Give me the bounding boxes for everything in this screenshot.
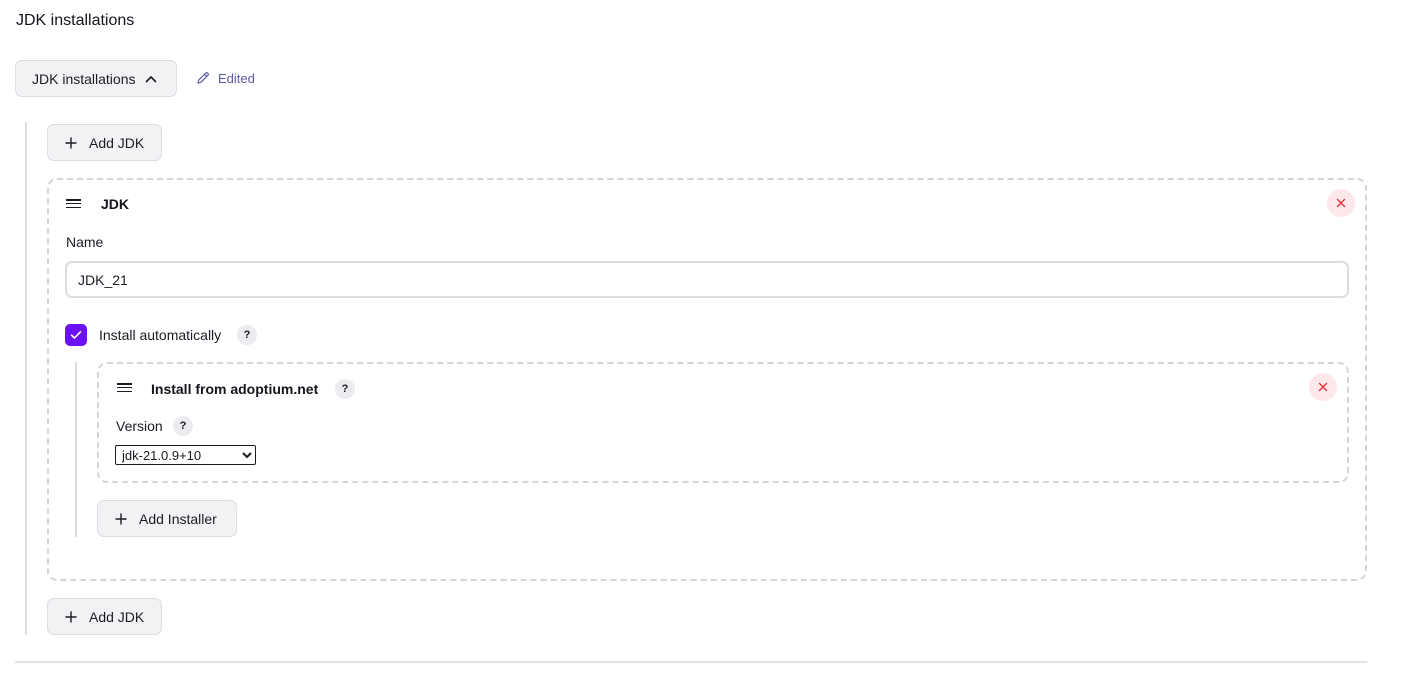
remove-installer-button[interactable] bbox=[1309, 373, 1337, 401]
add-installer-label: Add Installer bbox=[139, 510, 217, 527]
plus-icon bbox=[115, 512, 127, 525]
section-divider bbox=[15, 661, 1367, 663]
add-jdk-label: Add JDK bbox=[89, 134, 145, 151]
add-jdk-button-bottom[interactable]: Add JDK bbox=[47, 598, 162, 635]
install-automatically-checkbox[interactable] bbox=[65, 324, 87, 346]
add-installer-button[interactable]: Add Installer bbox=[97, 500, 237, 537]
install-automatically-label[interactable]: Install automatically bbox=[99, 326, 221, 344]
jdk-card-title: JDK bbox=[101, 196, 130, 212]
close-icon bbox=[1318, 382, 1328, 392]
jdk-list-rail bbox=[25, 122, 27, 635]
add-jdk-button-top[interactable]: Add JDK bbox=[47, 124, 162, 161]
installer-list-rail bbox=[75, 362, 77, 537]
remove-jdk-button[interactable] bbox=[1327, 189, 1355, 217]
checkmark-icon bbox=[70, 330, 82, 340]
drag-handle-icon[interactable] bbox=[66, 199, 81, 208]
edited-label: Edited bbox=[218, 70, 255, 86]
installer-title: Install from adoptium.net bbox=[151, 381, 319, 397]
plus-icon bbox=[65, 610, 77, 623]
help-install-automatically[interactable]: ? bbox=[237, 325, 257, 345]
drag-handle-icon[interactable] bbox=[117, 383, 132, 392]
edited-indicator: Edited bbox=[196, 68, 255, 88]
help-installer[interactable]: ? bbox=[335, 379, 355, 399]
help-version[interactable]: ? bbox=[173, 416, 193, 436]
toggle-button-label: JDK installations bbox=[32, 70, 136, 87]
version-select[interactable]: jdk-21.0.9+10 bbox=[115, 445, 256, 465]
close-icon bbox=[1336, 198, 1346, 208]
version-label: Version bbox=[116, 418, 163, 434]
plus-icon bbox=[65, 136, 77, 149]
chevron-up-icon bbox=[145, 75, 157, 83]
name-label: Name bbox=[66, 234, 104, 250]
section-title: JDK installations bbox=[16, 12, 135, 29]
add-jdk-label: Add JDK bbox=[89, 608, 145, 625]
pencil-icon bbox=[196, 71, 210, 85]
jdk-installations-page: JDK installations JDK installations Edit… bbox=[0, 0, 1401, 678]
jdk-installations-toggle-button[interactable]: JDK installations bbox=[15, 60, 177, 97]
name-input[interactable] bbox=[65, 261, 1349, 298]
